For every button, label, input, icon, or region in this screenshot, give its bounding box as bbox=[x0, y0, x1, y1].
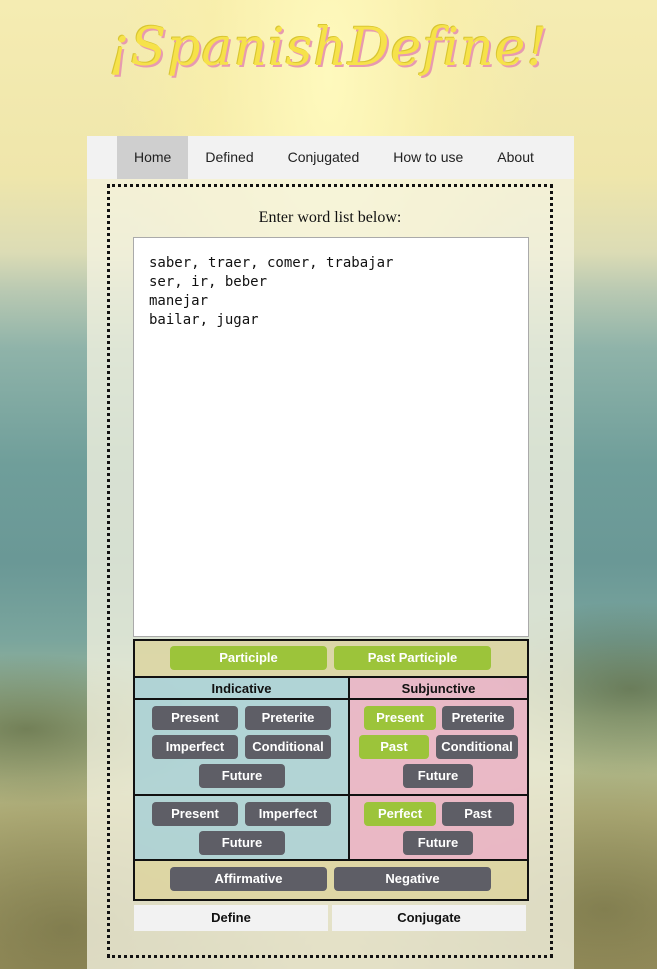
ind-perfect-future-button[interactable]: Future bbox=[199, 831, 285, 855]
ind-perfect-imperfect-button[interactable]: Imperfect bbox=[245, 802, 331, 826]
ind-future-button[interactable]: Future bbox=[199, 764, 285, 788]
conjugate-button[interactable]: Conjugate bbox=[332, 905, 526, 931]
ind-conditional-button[interactable]: Conditional bbox=[245, 735, 331, 759]
subj-perfect-past-button[interactable]: Past bbox=[442, 802, 514, 826]
nav-defined[interactable]: Defined bbox=[188, 136, 270, 179]
indicative-compound: Present Imperfect Future bbox=[135, 796, 350, 859]
subj-perfect-button[interactable]: Perfect bbox=[364, 802, 436, 826]
mood-header-row: Indicative Subjunctive bbox=[135, 678, 527, 700]
participle-row: Participle Past Participle bbox=[135, 641, 527, 678]
negative-button[interactable]: Negative bbox=[334, 867, 491, 891]
ind-preterite-button[interactable]: Preterite bbox=[245, 706, 331, 730]
word-list-input[interactable]: saber, traer, comer, trabajar ser, ir, b… bbox=[133, 237, 529, 637]
subj-perfect-future-button[interactable]: Future bbox=[403, 831, 473, 855]
nav-how-to-use[interactable]: How to use bbox=[376, 136, 480, 179]
indicative-simple: Present Preterite Imperfect Conditional … bbox=[135, 700, 350, 794]
subjunctive-header: Subjunctive bbox=[350, 678, 527, 698]
word-list-prompt: Enter word list below: bbox=[258, 209, 402, 226]
subj-conditional-button[interactable]: Conditional bbox=[436, 735, 518, 759]
compound-tense-row: Present Imperfect Future Perfect Past Fu… bbox=[135, 796, 527, 861]
subj-preterite-button[interactable]: Preterite bbox=[442, 706, 514, 730]
affirmative-button[interactable]: Affirmative bbox=[170, 867, 327, 891]
define-button[interactable]: Define bbox=[134, 905, 328, 931]
subj-past-button[interactable]: Past bbox=[359, 735, 429, 759]
ind-present-button[interactable]: Present bbox=[152, 706, 238, 730]
site-logo: ¡SpanishDefine! bbox=[108, 18, 549, 78]
ind-imperfect-button[interactable]: Imperfect bbox=[152, 735, 238, 759]
ind-perfect-present-button[interactable]: Present bbox=[152, 802, 238, 826]
past-participle-button[interactable]: Past Participle bbox=[334, 646, 491, 670]
indicative-header: Indicative bbox=[135, 678, 350, 698]
nav-bar: Home Defined Conjugated How to use About bbox=[87, 136, 574, 179]
simple-tense-row: Present Preterite Imperfect Conditional … bbox=[135, 700, 527, 796]
participle-button[interactable]: Participle bbox=[170, 646, 327, 670]
nav-home[interactable]: Home bbox=[117, 136, 189, 179]
subj-present-button[interactable]: Present bbox=[364, 706, 436, 730]
main-panel: Home Defined Conjugated How to use About… bbox=[87, 136, 574, 969]
nav-conjugated[interactable]: Conjugated bbox=[271, 136, 377, 179]
imperative-row: Affirmative Negative bbox=[135, 861, 527, 899]
nav-about[interactable]: About bbox=[480, 136, 551, 179]
subjunctive-compound: Perfect Past Future bbox=[350, 796, 527, 859]
word-form: Enter word list below: saber, traer, com… bbox=[107, 184, 553, 958]
subjunctive-simple: Present Preterite Past Conditional Futur… bbox=[350, 700, 527, 794]
subj-future-button[interactable]: Future bbox=[403, 764, 473, 788]
tense-grid: Participle Past Participle Indicative Su… bbox=[133, 639, 529, 901]
